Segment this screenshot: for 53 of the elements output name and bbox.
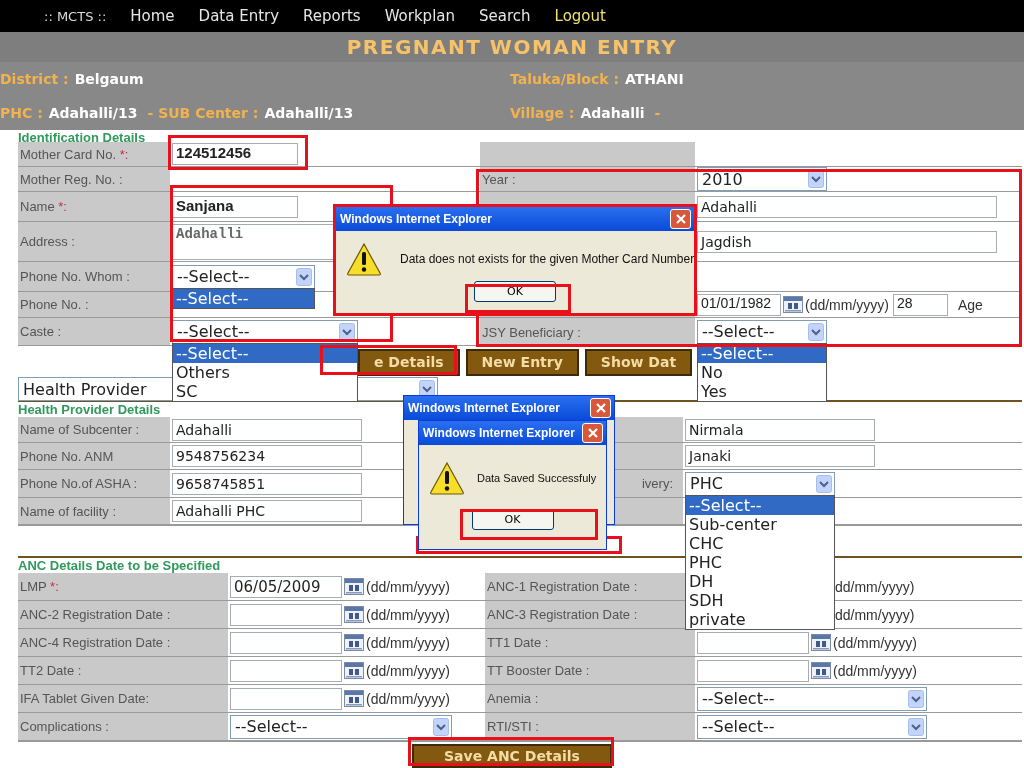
field-label: Phone No. ANM (18, 443, 170, 469)
field-label: Phone No.of ASHA : (18, 470, 170, 497)
date-format-hint: (dd/mm/yyyy) (366, 690, 450, 707)
dialog-message: Data does not exists for the given Mother Card Number (400, 252, 695, 266)
info-label: District : (0, 71, 69, 87)
date-format-hint: (dd/mm/yyyy) (366, 606, 450, 623)
field-label: Name of facility : (18, 498, 170, 524)
field-label: JSY Beneficiary : (480, 318, 695, 345)
field-label: TT Booster Date : (485, 657, 695, 684)
info-label: Taluka/Block : (510, 71, 619, 87)
inline-label: Age (958, 296, 983, 313)
date-format-hint: (dd/mm/yyyy) (366, 662, 450, 679)
date-format-hint: dd/mm/yyyy) (835, 578, 915, 595)
field-label: Complications : (18, 713, 228, 740)
field-label: Name *: (18, 192, 170, 221)
field-label: Phone No. Whom : (18, 262, 170, 291)
date-format-hint: (dd/mm/yyyy) (366, 578, 450, 595)
field-label: Anemia : (485, 685, 695, 712)
date-format-hint: (dd/mm/yyyy) (833, 634, 917, 651)
date-format-hint: (dd/mm/yyyy) (805, 296, 889, 313)
field-label: Caste : (18, 318, 170, 345)
field-label: TT2 Date : (18, 657, 228, 684)
date-format-hint: (dd/mm/yyyy) (833, 662, 917, 679)
info-value: Belgaum (74, 71, 144, 87)
section-heading: ANC Details Date to be Specified (18, 558, 221, 573)
info-label: Village : (510, 105, 575, 121)
dialog-title: Windows Internet Explorer (423, 426, 575, 440)
dialog-title: Windows Internet Explorer (408, 401, 560, 415)
field-label: LMP *: (18, 573, 228, 600)
field-label: Mother Card No. *: (18, 142, 170, 166)
dialog-title: Windows Internet Explorer (340, 212, 492, 226)
info-value: ATHANI (625, 71, 684, 87)
dialog-message: Data Saved Successfuly (477, 472, 597, 484)
page-title: PREGNANT WOMAN ENTRY (346, 35, 678, 59)
info-label: PHC : (0, 105, 43, 121)
field-label: Phone No. : (18, 292, 170, 317)
info-value: Adahalli (580, 105, 645, 121)
info-value: Adahalli/13 (264, 105, 354, 121)
info-value: Adahalli/13 (48, 105, 138, 121)
field-label: IFA Tablet Given Date: (18, 685, 228, 712)
section-heading: Health Provider Details (18, 402, 161, 417)
field-label: ANC-4 Registration Date : (18, 629, 228, 656)
date-format-hint: (dd/mm/yyyy) (366, 634, 450, 651)
field-label: ANC-2 Registration Date : (18, 601, 228, 628)
field-label: Name of Subcenter : (18, 417, 170, 442)
field-label: Mother Reg. No. : (18, 167, 170, 191)
field-label: Address : (18, 222, 170, 261)
info-label: - SUB Center : (147, 105, 259, 121)
field-label: RTI/STI : (485, 713, 695, 740)
date-format-hint: dd/mm/yyyy) (835, 606, 915, 623)
info-label: - (654, 105, 661, 121)
field-label: TT1 Date : (485, 629, 695, 656)
section-heading: Identification Details (18, 130, 146, 142)
